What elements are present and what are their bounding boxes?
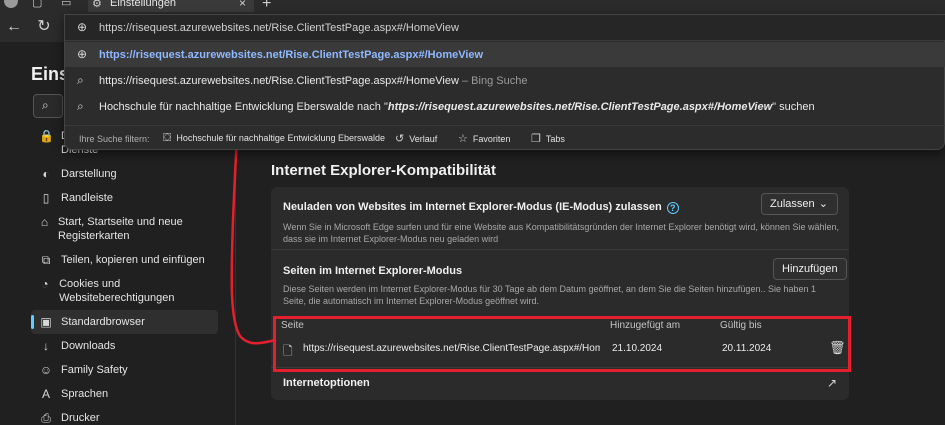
sidebar-item-label: Standardbrowser (61, 316, 145, 328)
sidebar-item-cookies[interactable]: ◔ Cookies und Websiteberechtigungen (31, 272, 218, 310)
suggestion-prefix: Hochschule für nachhaltige Entwicklung E… (99, 101, 388, 113)
ie-pages-title: Seiten im Internet Explorer-Modus (283, 265, 463, 277)
tab-strip: ▢ ▭ ⚙ Einstellungen × + (0, 0, 945, 12)
sidebar-item-appearance[interactable]: ◐ Darstellung (31, 162, 218, 186)
sidebar-item-label: Downloads (61, 340, 116, 352)
tab-label: Einstellungen (110, 0, 177, 9)
suggestion-query: https://risequest.azurewebsites.net/Rise… (387, 101, 773, 113)
sidebar-item-label: Teilen, kopieren und einfügen (61, 254, 205, 266)
suggestion-suffix: " suchen (772, 101, 815, 113)
sidebar-item-label: Start, Startseite und neue Registerkarte… (57, 216, 183, 242)
tab-settings[interactable]: ⚙ Einstellungen × (88, 0, 254, 12)
suggestion-engine: – Bing Suche (462, 75, 528, 87)
filter-site[interactable]: ⛋ Hochschule für nachhaltige Entwicklung … (163, 132, 385, 145)
reload-setting-label: Neuladen von Websites im Internet Explor… (283, 201, 662, 213)
download-icon: ↓ (43, 339, 49, 353)
language-icon: A (41, 387, 50, 401)
reload-setting-title: Neuladen von Websites im Internet Explor… (283, 201, 679, 214)
search-filters: Ihre Suche filtern: ⛋ Hochschule für nach… (65, 125, 945, 151)
suggestion-bing[interactable]: ⌕ https://risequest.azurewebsites.net/Ri… (65, 68, 945, 93)
sidebar-item-label: Darstellung (61, 168, 117, 180)
address-bar-dropdown: ⊕ https://risequest.azurewebsites.net/Ri… (64, 14, 945, 150)
reload-permission-select[interactable]: Zulassen ⌄ (761, 193, 838, 215)
appearance-icon: ◐ (42, 167, 50, 181)
search-icon: ⌕ (77, 99, 84, 113)
address-input[interactable]: ⊕ https://risequest.azurewebsites.net/Ri… (65, 15, 945, 41)
star-icon: ☆ (458, 133, 468, 145)
internet-options-link[interactable]: Internetoptionen (283, 377, 370, 389)
filter-favorites-label: Favoriten (472, 134, 511, 144)
external-link-icon[interactable]: ↗ (827, 376, 837, 390)
filter-label: Ihre Suche filtern: (79, 134, 150, 144)
sidebar-item-start[interactable]: ⌂ Start, Startseite und neue Registerkart… (31, 210, 218, 248)
address-input-value: https://risequest.azurewebsites.net/Rise… (99, 22, 459, 34)
close-icon[interactable]: × (239, 0, 246, 10)
globe-icon: ⊕ (77, 47, 88, 61)
sidebar-item-printers[interactable]: ⎙ Drucker (31, 406, 218, 425)
suggestion-query: https://risequest.azurewebsites.net/Rise… (99, 75, 459, 87)
filter-site-label: Hochschule für nachhaltige Entwicklung E… (176, 133, 385, 143)
add-page-button[interactable]: Hinzufügen (773, 258, 847, 280)
home-icon: ⌂ (40, 215, 49, 229)
sidebar-item-share[interactable]: ⧉ Teilen, kopieren und einfügen (31, 248, 218, 272)
suggestion-url[interactable]: ⊕ https://risequest.azurewebsites.net/Ri… (65, 42, 945, 67)
suggestion-text: Hochschule für nachhaltige Entwicklung E… (99, 101, 815, 113)
ie-pages-description: Diese Seiten werden im Internet Explorer… (283, 284, 816, 306)
gear-icon: ⚙ (92, 0, 102, 10)
suggestion-site-search[interactable]: ⌕ Hochschule für nachhaltige Entwicklung… (65, 94, 945, 119)
sidebar-item-label: Sprachen (61, 388, 109, 400)
suggestion-text: https://risequest.azurewebsites.net/Rise… (99, 49, 484, 61)
tabs-icon: ❐ (531, 133, 541, 145)
select-value: Zulassen (770, 198, 815, 210)
privacy-icon: 🔒 (39, 129, 54, 143)
search-icon: ⌕ (77, 73, 84, 87)
sidebar-item-label: Drucker (61, 412, 100, 424)
tab-actions-icon[interactable]: ▭ (61, 0, 73, 9)
printer-icon: ⎙ (41, 411, 51, 425)
profile-avatar[interactable] (4, 0, 18, 8)
sidebar-item-default-browser[interactable]: ▣ Standardbrowser (31, 310, 218, 334)
workspaces-icon[interactable]: ▢ (32, 0, 44, 9)
share-icon: ⧉ (41, 253, 51, 267)
filter-history[interactable]: ↺ Verlauf (395, 132, 437, 145)
section-title: Internet Explorer-Kompatibilität (271, 162, 497, 179)
back-button[interactable]: ← (4, 17, 24, 37)
sidebar-item-sidebar[interactable]: ▯ Randleiste (31, 186, 218, 210)
settings-nav: 🔒Datenschutz, Suche und Dienste ◐Darstel… (31, 124, 218, 425)
refresh-button[interactable]: ↻ (34, 17, 54, 37)
chevron-down-icon: ⌄ (818, 198, 828, 210)
sidebar-item-label: Family Safety (61, 364, 128, 376)
history-icon: ↺ (395, 133, 405, 145)
sidebar-item-label: Randleiste (61, 192, 113, 204)
filter-tabs-label: Tabs (545, 134, 565, 144)
sidebar-item-family-safety[interactable]: ☺ Family Safety (31, 358, 218, 382)
reload-setting-description: Wenn Sie in Microsoft Edge surfen und fü… (283, 222, 839, 244)
sidebar-icon: ▯ (42, 191, 50, 205)
sidebar-item-languages[interactable]: A Sprachen (31, 382, 218, 406)
filter-favorites[interactable]: ☆ Favoriten (458, 132, 510, 145)
annotation-highlight-box (273, 316, 851, 372)
suggestion-text: https://risequest.azurewebsites.net/Rise… (99, 75, 527, 87)
filter-tabs[interactable]: ❐ Tabs (531, 132, 565, 145)
filter-history-label: Verlauf (409, 134, 438, 144)
divider (271, 249, 849, 250)
bag-icon: ⛋ (163, 132, 172, 144)
cookie-icon: ◔ (41, 277, 49, 291)
default-browser-icon: ▣ (40, 315, 52, 329)
help-icon[interactable]: ? (666, 202, 679, 214)
family-icon: ☺ (39, 363, 53, 377)
sidebar-item-label: Cookies und Websiteberechtigungen (59, 278, 175, 304)
search-icon: ⌕ (42, 98, 49, 112)
settings-search-button[interactable]: ⌕ (33, 94, 63, 118)
sidebar-item-downloads[interactable]: ↓ Downloads (31, 334, 218, 358)
globe-icon: ⊕ (77, 20, 88, 34)
